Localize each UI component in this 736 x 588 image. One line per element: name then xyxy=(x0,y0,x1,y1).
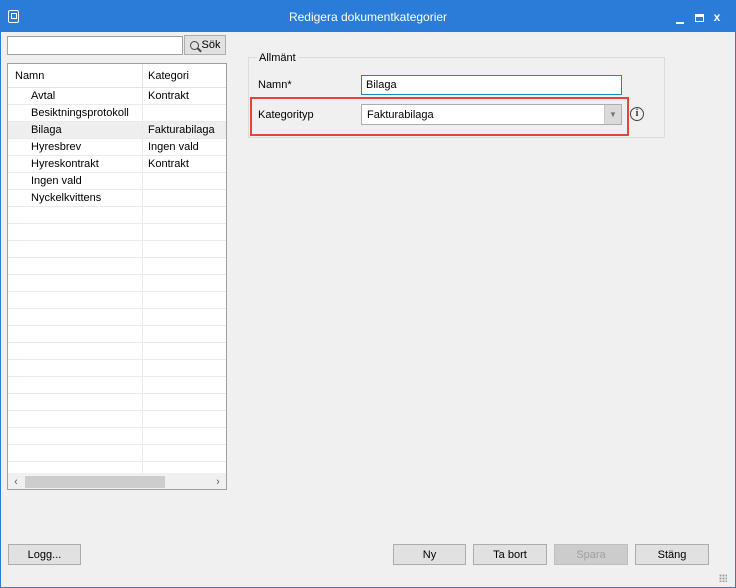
row-name-cell: Hyresbrev xyxy=(31,141,82,153)
row-category-cell: Kontrakt xyxy=(148,158,189,170)
window-title: Redigera dokumentkategorier xyxy=(288,10,448,24)
row-name-cell: Bilaga xyxy=(31,124,62,136)
search-button[interactable]: Sök xyxy=(184,35,226,55)
category-type-value: Fakturabilaga xyxy=(367,109,434,121)
name-label: Namn* xyxy=(258,79,292,91)
maximize-icon xyxy=(694,14,704,22)
table-row[interactable] xyxy=(8,224,226,241)
column-gridline xyxy=(142,88,143,473)
table-row[interactable] xyxy=(8,445,226,462)
row-name-cell: Ingen vald xyxy=(31,175,82,187)
search-icon xyxy=(189,40,199,50)
table-row[interactable] xyxy=(8,309,226,326)
table-row[interactable] xyxy=(8,411,226,428)
minimize-button[interactable] xyxy=(671,8,689,26)
dialog-window: Redigera dokumentkategorier x Sök Namn K… xyxy=(0,0,736,588)
table-row[interactable] xyxy=(8,360,226,377)
search-input[interactable] xyxy=(7,36,183,55)
log-button[interactable]: Logg... xyxy=(8,544,81,565)
resize-grip-icon[interactable] xyxy=(719,574,727,582)
table-row[interactable] xyxy=(8,275,226,292)
row-category-cell: Fakturabilaga xyxy=(148,124,215,136)
info-icon[interactable]: i xyxy=(630,107,644,121)
scrollbar-thumb[interactable] xyxy=(25,476,165,488)
table-row[interactable] xyxy=(8,377,226,394)
table-row[interactable]: Avtal Kontrakt xyxy=(8,88,226,105)
group-title: Allmänt xyxy=(257,52,298,64)
column-header-kategori[interactable]: Kategori xyxy=(148,70,189,82)
table-row[interactable]: Hyresbrev Ingen vald xyxy=(8,139,226,156)
maximize-button[interactable] xyxy=(690,8,708,26)
row-name-cell: Nyckelkvittens xyxy=(31,192,102,204)
title-bar[interactable]: Redigera dokumentkategorier x xyxy=(1,1,735,32)
row-name-cell: Besiktningsprotokoll xyxy=(31,107,129,119)
close-icon: x xyxy=(713,10,721,24)
table-row[interactable] xyxy=(8,428,226,445)
close-button[interactable]: Stäng xyxy=(635,544,709,565)
chevron-down-icon[interactable]: ▼ xyxy=(604,105,621,124)
table-row[interactable] xyxy=(8,207,226,224)
horizontal-scrollbar[interactable]: ‹ › xyxy=(8,473,226,489)
table-row[interactable] xyxy=(8,343,226,360)
row-category-cell: Ingen vald xyxy=(148,141,199,153)
grid-rows: Avtal Kontrakt Besiktningsprotokoll Bilaga F… xyxy=(8,88,226,462)
row-category-cell: Kontrakt xyxy=(148,90,189,102)
column-divider[interactable] xyxy=(142,64,143,88)
new-button[interactable]: Ny xyxy=(393,544,466,565)
table-row[interactable]: Bilaga Fakturabilaga xyxy=(8,122,226,139)
name-field[interactable] xyxy=(361,75,622,95)
table-row[interactable]: Besiktningsprotokoll xyxy=(8,105,226,122)
table-row[interactable] xyxy=(8,394,226,411)
scroll-left-arrow-icon[interactable]: ‹ xyxy=(8,474,24,489)
search-button-label: Sök xyxy=(201,39,221,51)
table-row[interactable] xyxy=(8,258,226,275)
close-window-button[interactable]: x xyxy=(708,8,726,26)
grid-header: Namn Kategori xyxy=(8,64,226,88)
table-row[interactable]: Ingen vald xyxy=(8,173,226,190)
category-type-dropdown[interactable]: Fakturabilaga ▼ xyxy=(361,104,622,125)
row-name-cell: Hyreskontrakt xyxy=(31,158,99,170)
delete-button[interactable]: Ta bort xyxy=(473,544,547,565)
row-name-cell: Avtal xyxy=(31,90,56,102)
scroll-right-arrow-icon[interactable]: › xyxy=(210,474,226,489)
save-button: Spara xyxy=(554,544,628,565)
table-row[interactable]: Nyckelkvittens xyxy=(8,190,226,207)
column-header-namn[interactable]: Namn xyxy=(15,70,44,82)
category-type-label: Kategorityp xyxy=(258,109,314,121)
category-grid[interactable]: Namn Kategori Avtal Kontrakt Besiktningspr… xyxy=(7,63,227,490)
table-row[interactable] xyxy=(8,241,226,258)
table-row[interactable] xyxy=(8,326,226,343)
table-row[interactable] xyxy=(8,292,226,309)
table-row[interactable]: Hyreskontrakt Kontrakt xyxy=(8,156,226,173)
minimize-icon xyxy=(676,22,684,24)
